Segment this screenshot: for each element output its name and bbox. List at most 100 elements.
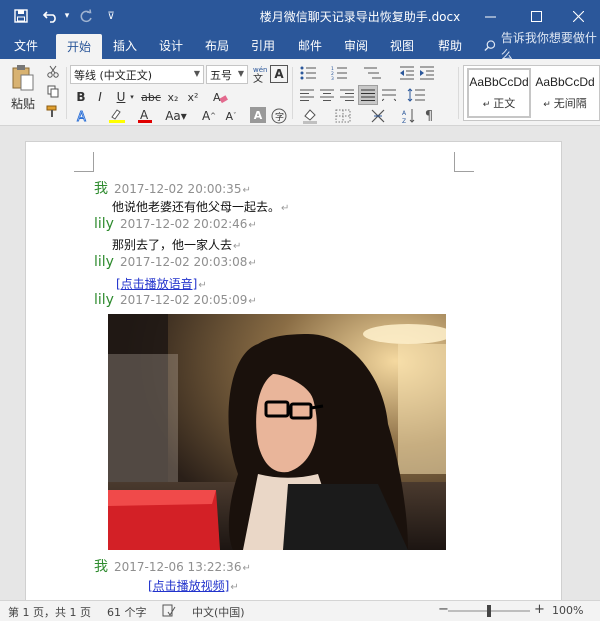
tab-home[interactable]: 开始: [56, 34, 102, 59]
chat-photo[interactable]: [108, 314, 446, 550]
undo-icon[interactable]: [40, 0, 62, 32]
tab-help[interactable]: 帮助: [428, 32, 472, 59]
copy-icon[interactable]: [44, 83, 62, 99]
distributed-icon[interactable]: [380, 87, 398, 103]
sort-icon[interactable]: AZ: [400, 107, 418, 125]
play-voice-link[interactable]: [点击播放语音]: [116, 277, 197, 291]
enclose-characters-icon[interactable]: 字: [270, 107, 288, 125]
paragraph-mark: ↵: [198, 280, 207, 291]
ribbon-home: 粘贴 等线 (中文正文) ▼ 五号 ▼ wén 文 A B I U ▾ abc x₂ …: [0, 59, 600, 126]
zoom-out-icon[interactable]: −: [438, 602, 449, 617]
message-header: lily 2017-12-02 20:05:09↵: [94, 292, 257, 308]
tell-me-box[interactable]: 告诉我你想要做什么: [484, 31, 600, 62]
tab-view[interactable]: 视图: [380, 32, 424, 59]
tab-insert[interactable]: 插入: [104, 32, 146, 59]
paragraph-mark: ↵: [281, 203, 290, 214]
text-highlight-icon[interactable]: [104, 107, 130, 125]
align-center-icon[interactable]: [318, 87, 336, 103]
subscript-icon[interactable]: x₂: [164, 88, 182, 106]
strikethrough-icon[interactable]: abc: [140, 88, 162, 106]
justify-icon[interactable]: [358, 85, 378, 105]
style-sample: AaBbCcDd: [535, 75, 595, 89]
proofing-icon[interactable]: [162, 604, 176, 620]
page-count[interactable]: 第 1 页，共 1 页: [8, 604, 91, 620]
window-title: 楼月微信聊天记录导出恢复助手.docx: [259, 10, 461, 24]
message-timestamp: 2017-12-06 13:22:36: [114, 560, 242, 574]
align-left-icon[interactable]: [298, 87, 316, 103]
svg-text:Z: Z: [402, 118, 406, 124]
svg-text:A: A: [402, 110, 407, 117]
cut-icon[interactable]: [44, 63, 62, 79]
zoom-slider-thumb[interactable]: [487, 605, 491, 617]
style-no-spacing[interactable]: AaBbCcDd ↵ 无间隔: [533, 68, 597, 118]
zoom-in-icon[interactable]: +: [534, 602, 545, 617]
document-page[interactable]: 我 2017-12-02 20:00:35↵ 他说他老婆还有他父母一起去。↵ li…: [25, 141, 562, 600]
text-effects-icon[interactable]: A: [72, 107, 94, 125]
increase-indent-icon[interactable]: [418, 65, 436, 81]
message-header: lily 2017-12-02 20:02:46↵: [94, 216, 257, 232]
undo-dropdown-icon[interactable]: ▾: [62, 0, 72, 32]
redo-icon[interactable]: [76, 0, 96, 32]
change-case-icon[interactable]: Aa▾: [164, 107, 188, 125]
tab-references[interactable]: 引用: [242, 32, 284, 59]
grow-font-icon[interactable]: A ^: [200, 107, 218, 125]
chinese-layout-icon[interactable]: [366, 107, 394, 125]
style-normal[interactable]: AaBbCcDd ↵ 正文: [467, 68, 531, 118]
status-bar: 第 1 页，共 1 页 61 个字 中文(中国) − + 100%: [0, 600, 600, 621]
paste-button[interactable]: 粘贴: [8, 95, 38, 111]
styles-gallery: AaBbCcDd ↵ 正文 AaBbCcDd ↵ 无间隔: [463, 65, 600, 121]
ribbon-separator: [66, 67, 67, 119]
line-spacing-icon[interactable]: [404, 87, 432, 103]
paste-icon[interactable]: [10, 63, 36, 93]
bold-icon[interactable]: B: [72, 88, 90, 106]
customize-qat-icon[interactable]: ⊽: [104, 0, 118, 32]
message-header: lily 2017-12-02 20:03:08↵: [94, 254, 257, 270]
character-shading-icon[interactable]: A: [250, 107, 266, 123]
corner-mark: [454, 152, 474, 172]
maximize-icon[interactable]: [514, 0, 558, 32]
numbering-icon[interactable]: 123: [328, 65, 354, 81]
search-icon: [484, 40, 496, 52]
multilevel-list-icon[interactable]: [360, 65, 386, 81]
play-video-link[interactable]: [点击播放视频]: [148, 579, 229, 593]
superscript-icon[interactable]: x²: [184, 88, 202, 106]
align-right-icon[interactable]: [338, 87, 356, 103]
font-name-select[interactable]: 等线 (中文正文) ▼: [70, 65, 204, 84]
character-border-icon[interactable]: A: [270, 65, 288, 83]
format-painter-icon[interactable]: [44, 103, 62, 119]
language-indicator[interactable]: 中文(中国): [192, 604, 245, 620]
minimize-icon[interactable]: [468, 0, 512, 32]
clear-formatting-icon[interactable]: A: [210, 88, 230, 106]
font-color-icon[interactable]: A: [134, 107, 156, 125]
shading-icon[interactable]: [298, 107, 324, 125]
tab-mailings[interactable]: 邮件: [288, 32, 332, 59]
ribbon-separator: [292, 67, 293, 119]
sender-name: lily: [94, 216, 114, 232]
zoom-level[interactable]: 100%: [552, 604, 583, 617]
phonetic-guide-icon[interactable]: wén 文: [250, 64, 268, 84]
tab-design[interactable]: 设计: [150, 32, 192, 59]
document-area[interactable]: 我 2017-12-02 20:00:35↵ 他说他老婆还有他父母一起去。↵ li…: [0, 126, 600, 600]
paragraph-mark: ↵: [248, 296, 257, 307]
underline-dropdown-icon[interactable]: ▾: [128, 88, 136, 106]
font-size-select[interactable]: 五号 ▼: [206, 65, 248, 84]
style-name: ↵ 无间隔: [543, 97, 587, 110]
zoom-slider[interactable]: [448, 605, 530, 617]
tab-layout[interactable]: 布局: [196, 32, 238, 59]
message-text: [点击播放视频]↵: [148, 577, 239, 594]
decrease-indent-icon[interactable]: [398, 65, 416, 81]
tab-file[interactable]: 文件: [4, 32, 48, 59]
tab-review[interactable]: 审阅: [334, 32, 378, 59]
shrink-font-icon[interactable]: Aˇ: [222, 107, 240, 125]
message-header: 我 2017-12-02 20:00:35↵: [94, 178, 251, 198]
save-icon[interactable]: [8, 0, 34, 32]
svg-text:文: 文: [253, 72, 263, 83]
title-bar: ▾ ⊽ 楼月微信聊天记录导出恢复助手.docx: [0, 0, 600, 32]
tell-me-text: 告诉我你想要做什么: [500, 30, 597, 62]
close-icon[interactable]: [556, 0, 600, 32]
borders-icon[interactable]: [330, 107, 356, 125]
show-hide-marks-icon[interactable]: ¶: [420, 107, 438, 125]
italic-icon[interactable]: I: [92, 88, 108, 106]
bullets-icon[interactable]: [298, 65, 322, 81]
word-count[interactable]: 61 个字: [107, 604, 147, 620]
